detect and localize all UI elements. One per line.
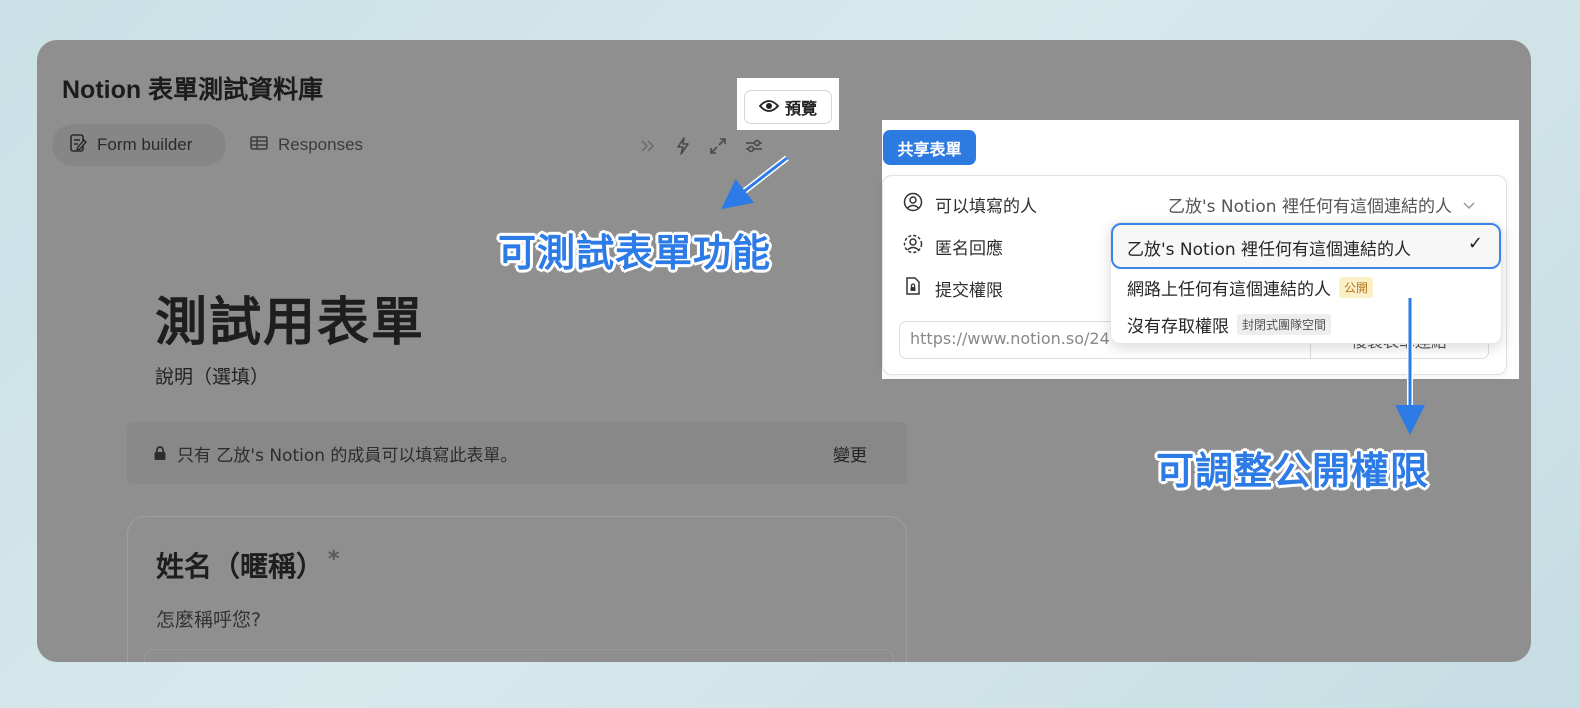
- form-link-url: https://www.notion.so/24: [910, 329, 1110, 348]
- option-workspace-link[interactable]: 乙放's Notion 裡任何有這個連結的人: [1127, 235, 1411, 260]
- eye-icon: [758, 98, 780, 117]
- sliders-icon[interactable]: [743, 135, 765, 157]
- public-badge: 公開: [1339, 277, 1374, 298]
- question-help: 怎麼稱呼您?: [156, 609, 262, 631]
- access-dropdown: 乙放's Notion 裡任何有這個連結的人 ✓ 網路上任何有這個連結的人 公開…: [1110, 222, 1502, 344]
- share-form-button[interactable]: 共享表單: [883, 130, 976, 165]
- form-edit-icon: [68, 133, 88, 158]
- tab-responses-label: Responses: [278, 135, 364, 154]
- form-description[interactable]: 說明（選填）: [155, 362, 269, 389]
- form-title[interactable]: 測試用表單: [155, 280, 425, 355]
- question-title: 姓名（暱稱） *: [156, 545, 340, 585]
- double-chevron-icon[interactable]: [637, 135, 659, 157]
- who-can-fill-value: 乙放's Notion 裡任何有這個連結的人: [1167, 197, 1452, 217]
- person-circle-icon: [903, 192, 923, 217]
- permission-notice: 只有 乙放's Notion 的成員可以填寫此表單。 變更: [127, 422, 907, 484]
- annotation-preview: 可測試表單功能: [498, 231, 772, 275]
- row-submit-permission[interactable]: 提交權限: [903, 276, 1003, 301]
- change-permission-button[interactable]: 變更: [833, 441, 867, 466]
- table-icon: [249, 133, 269, 158]
- lightning-icon[interactable]: [672, 135, 694, 157]
- tab-form-builder-label: Form builder: [97, 135, 193, 154]
- option-public-link-label: 網路上任何有這個連結的人: [1127, 280, 1331, 300]
- checkmark-icon: ✓: [1467, 233, 1483, 254]
- preview-button[interactable]: 預覽: [744, 90, 832, 124]
- option-no-access[interactable]: 沒有存取權限 封閉式團隊空間: [1127, 312, 1332, 337]
- row-anonymous-label: 匿名回應: [935, 239, 1003, 259]
- preview-label: 預覽: [784, 99, 817, 118]
- question-card[interactable]: 姓名（暱稱） * 怎麼稱呼您?: [127, 516, 907, 662]
- question-title-text: 姓名（暱稱）: [156, 550, 325, 583]
- expand-icon[interactable]: [707, 135, 729, 157]
- tab-responses[interactable]: Responses: [233, 124, 379, 166]
- tab-form-builder[interactable]: Form builder: [52, 124, 226, 166]
- notice-text: 只有 乙放's Notion 的成員可以填寫此表單。: [177, 445, 518, 466]
- row-who-can-fill-label: 可以填寫的人: [935, 197, 1037, 217]
- answer-input[interactable]: [144, 649, 894, 662]
- database-title: Notion 表單測試資料庫: [62, 76, 324, 104]
- row-submit-permission-label: 提交權限: [935, 281, 1003, 301]
- anonymous-icon: [903, 234, 923, 259]
- lock-icon: [153, 445, 167, 461]
- option-public-link[interactable]: 網路上任何有這個連結的人 公開: [1127, 275, 1374, 300]
- option-no-access-label: 沒有存取權限: [1127, 317, 1229, 337]
- option-workspace-link-label: 乙放's Notion 裡任何有這個連結的人: [1127, 240, 1412, 260]
- annotation-permission: 可調整公開權限: [1156, 449, 1430, 493]
- row-anonymous[interactable]: 匿名回應: [903, 234, 1003, 259]
- closed-team-badge: 封閉式團隊空間: [1237, 314, 1332, 335]
- who-can-fill-select[interactable]: 乙放's Notion 裡任何有這個連結的人: [1168, 192, 1476, 217]
- file-lock-icon: [903, 276, 923, 301]
- row-who-can-fill: 可以填寫的人: [903, 192, 1037, 217]
- chevron-down-icon: [1462, 195, 1476, 215]
- required-mark: *: [328, 546, 340, 572]
